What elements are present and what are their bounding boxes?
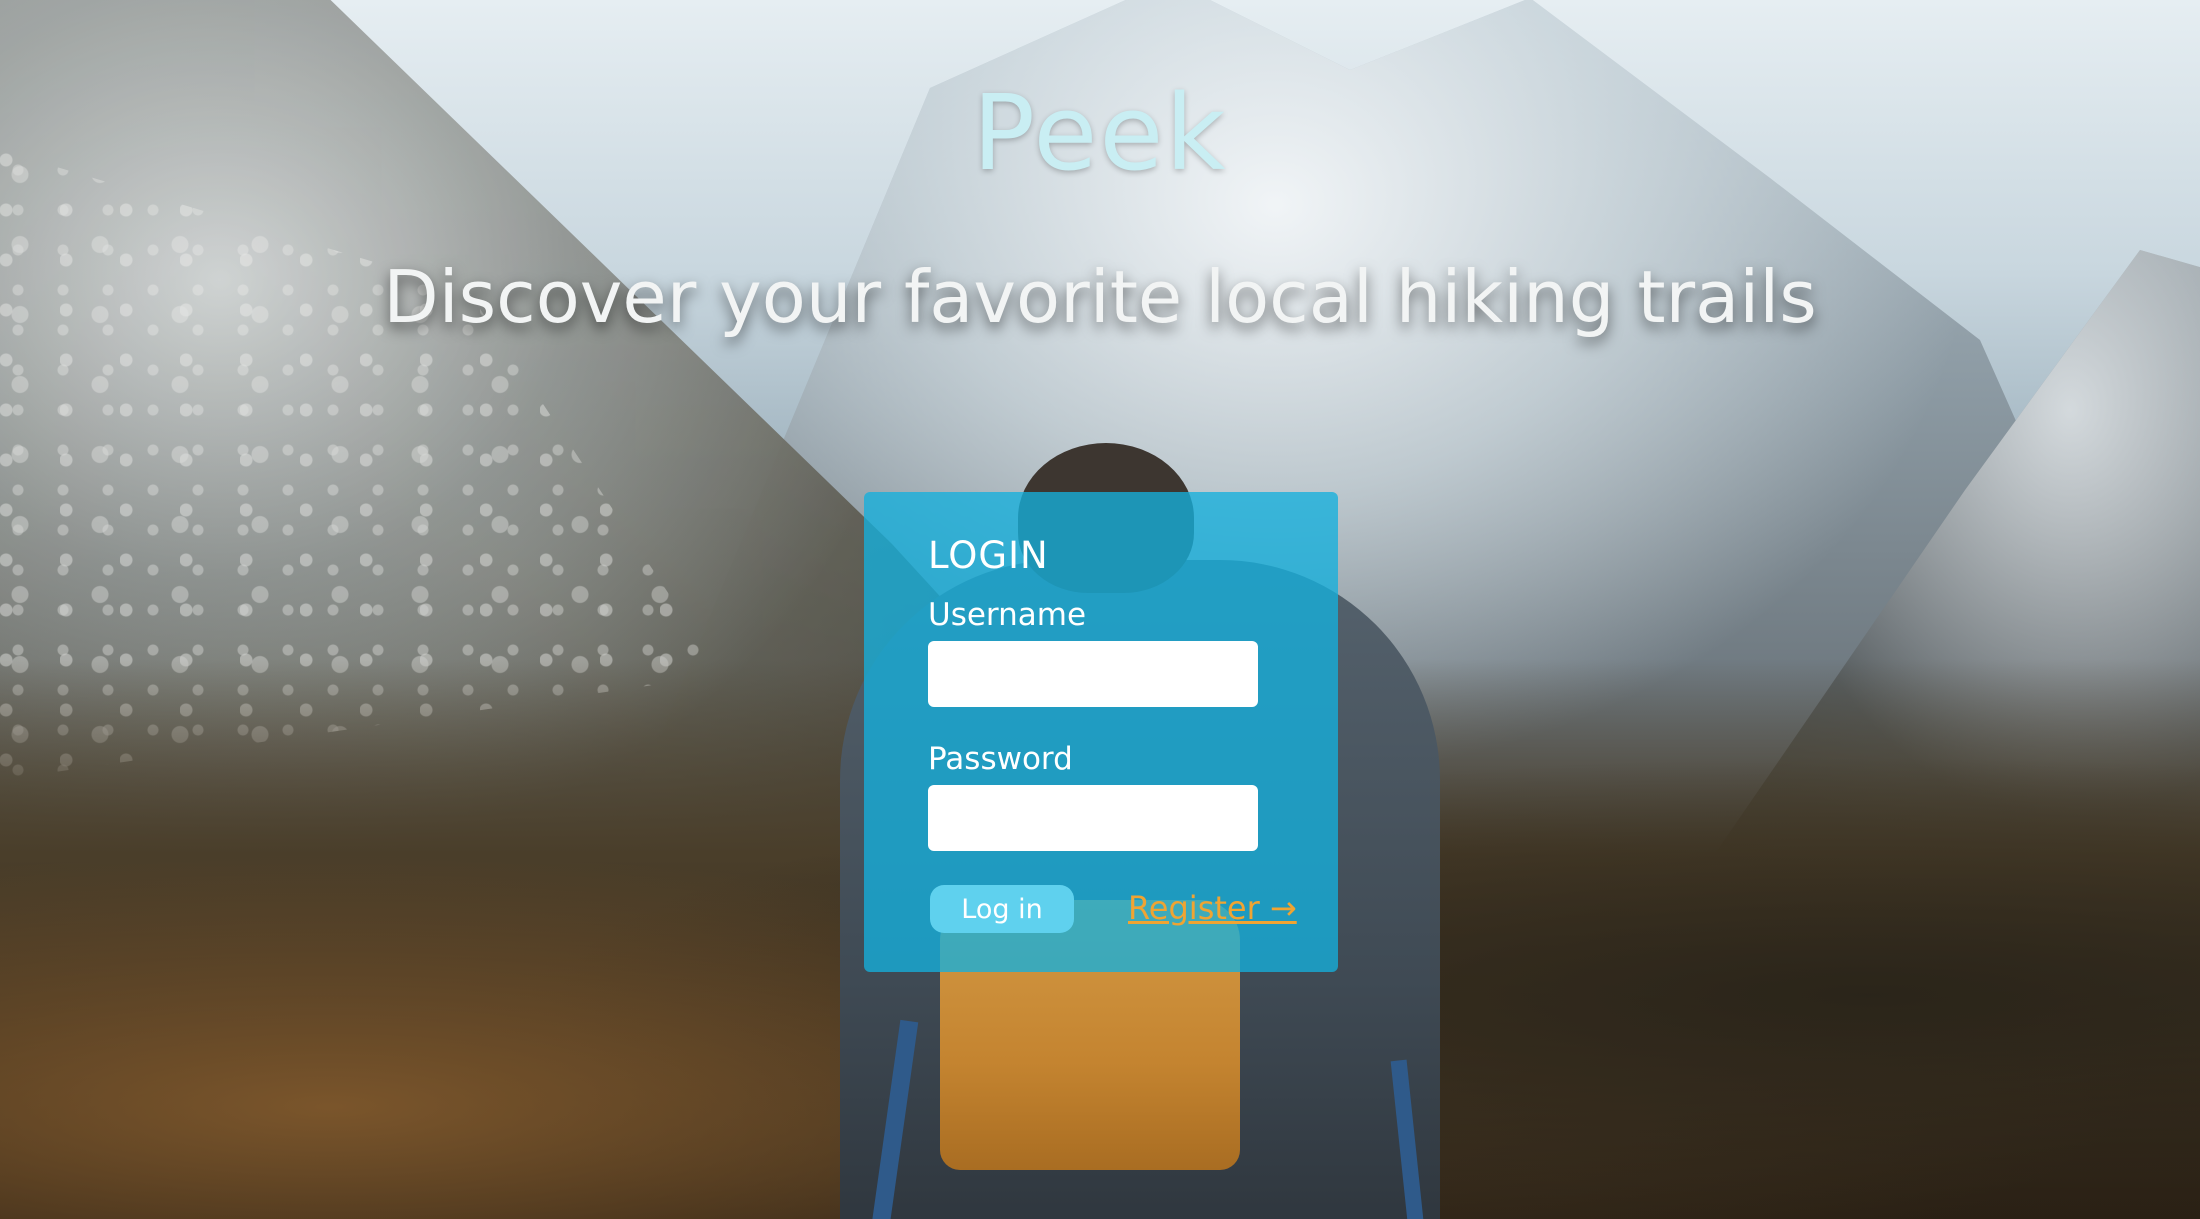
login-title: LOGIN [928,534,1049,577]
password-input[interactable] [928,785,1258,851]
password-label: Password [928,741,1073,777]
hero-tagline: Discover your favorite local hiking trai… [383,255,1817,339]
login-button[interactable]: Log in [930,885,1074,933]
brand-logo: Peek [972,72,1228,194]
landing-page: Peek Discover your favorite local hiking… [0,0,2200,1219]
username-input[interactable] [928,641,1258,707]
username-label: Username [928,597,1087,633]
login-form: LOGIN Username Password Log in Register … [864,492,1338,972]
login-actions: Log in Register → [928,885,1297,945]
register-link[interactable]: Register → [1128,889,1297,927]
